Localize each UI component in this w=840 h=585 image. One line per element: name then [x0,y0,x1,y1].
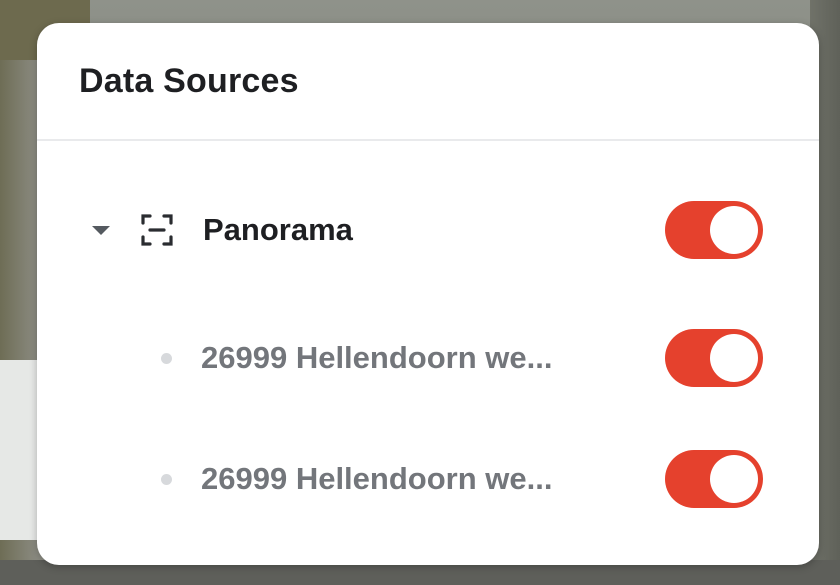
toggle-knob [710,206,758,254]
panorama-toggle[interactable] [665,201,763,259]
source-item-toggle[interactable] [665,450,763,508]
bullet-icon [161,473,172,485]
source-item-label: 26999 Hellendoorn we... [201,340,553,375]
source-group-row: Panorama [37,195,819,265]
source-item-toggle[interactable] [665,329,763,387]
toggle-knob [710,334,758,382]
panel-header: Data Sources [37,23,819,141]
scan-frame-icon [141,214,173,246]
toggle-knob [710,455,758,503]
expand-caret-icon[interactable] [92,225,110,235]
bullet-icon [161,352,172,364]
source-item-row: 26999 Hellendoorn we... [37,444,819,514]
source-item-label: 26999 Hellendoorn we... [201,461,553,496]
panel-title: Data Sources [79,61,299,100]
data-sources-panel: Data Sources Panorama 26999 Hellendoorn … [37,23,819,565]
group-label: Panorama [203,212,353,247]
source-item-row: 26999 Hellendoorn we... [37,323,819,393]
